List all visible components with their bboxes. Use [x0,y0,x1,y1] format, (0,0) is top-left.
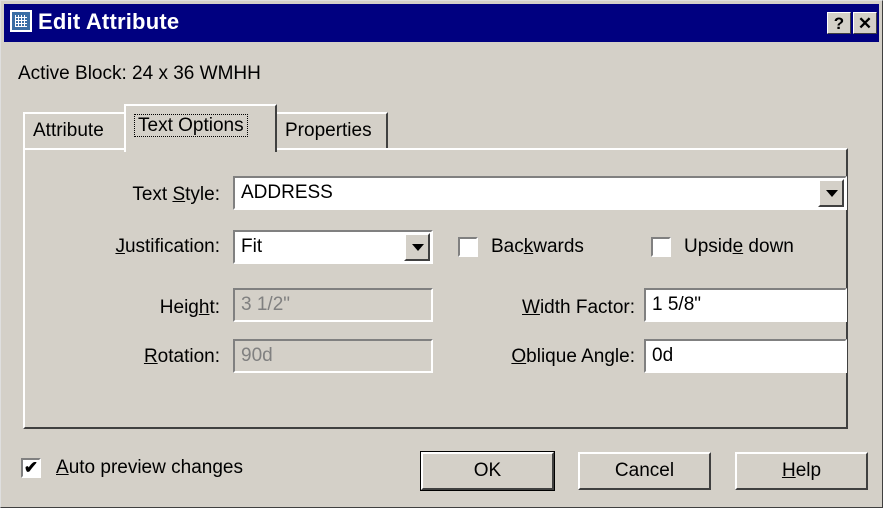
help-title-button[interactable]: ? [827,12,851,34]
text-style-select[interactable]: ADDRESS [233,176,847,210]
edit-attribute-dialog: Edit Attribute ? ✕ Active Block: 24 x 36… [0,0,883,508]
auto-preview-label: Auto preview changes [56,457,243,478]
text-style-dropdown-icon[interactable] [818,179,844,207]
checkmark-icon: ✔ [23,458,39,477]
close-button[interactable]: ✕ [853,12,877,34]
height-input: 3 1/2" [233,288,433,322]
rotation-value: 90d [241,345,273,366]
backwards-label: Backwards [491,236,584,257]
height-value: 3 1/2" [241,294,291,315]
width-factor-label: Width Factor: [522,297,635,318]
rotation-label: Rotation: [143,346,220,367]
backwards-checkbox[interactable] [458,237,478,257]
auto-preview-checkbox[interactable]: ✔ [21,458,41,478]
justification-value: Fit [241,236,263,257]
width-factor-value: 1 5/8" [652,294,702,315]
window-title: Edit Attribute [38,9,180,34]
tab-text-options[interactable]: Text Options [124,104,277,152]
rotation-input: 90d [233,339,433,373]
justification-dropdown-icon[interactable] [404,233,430,261]
upside-down-label: Upside down [684,236,794,257]
height-label: Height: [159,297,220,318]
active-block-label: Active Block: 24 x 36 WMHH [18,63,261,84]
upside-down-checkbox[interactable] [651,237,671,257]
ok-button[interactable]: OK [420,451,555,491]
oblique-angle-value: 0d [652,345,674,366]
tab-text-options-label: Text Options [134,114,248,137]
oblique-angle-label: Oblique Angle: [511,346,635,367]
title-bar[interactable]: Edit Attribute ? ✕ [4,4,879,42]
text-style-label: Text Style: [132,184,220,205]
tab-properties-label: Properties [285,120,372,141]
tab-properties[interactable]: Properties [275,112,388,148]
width-factor-input[interactable]: 1 5/8" [644,288,847,322]
justification-select[interactable]: Fit [233,230,433,264]
tab-attribute[interactable]: Attribute [23,112,126,148]
help-button[interactable]: Help [735,452,868,490]
tab-attribute-label: Attribute [33,120,104,141]
oblique-angle-input[interactable]: 0d [644,339,847,373]
app-icon [10,10,32,32]
cancel-button[interactable]: Cancel [578,452,711,490]
text-style-value: ADDRESS [241,182,333,203]
justification-label: Justification: [115,236,220,257]
